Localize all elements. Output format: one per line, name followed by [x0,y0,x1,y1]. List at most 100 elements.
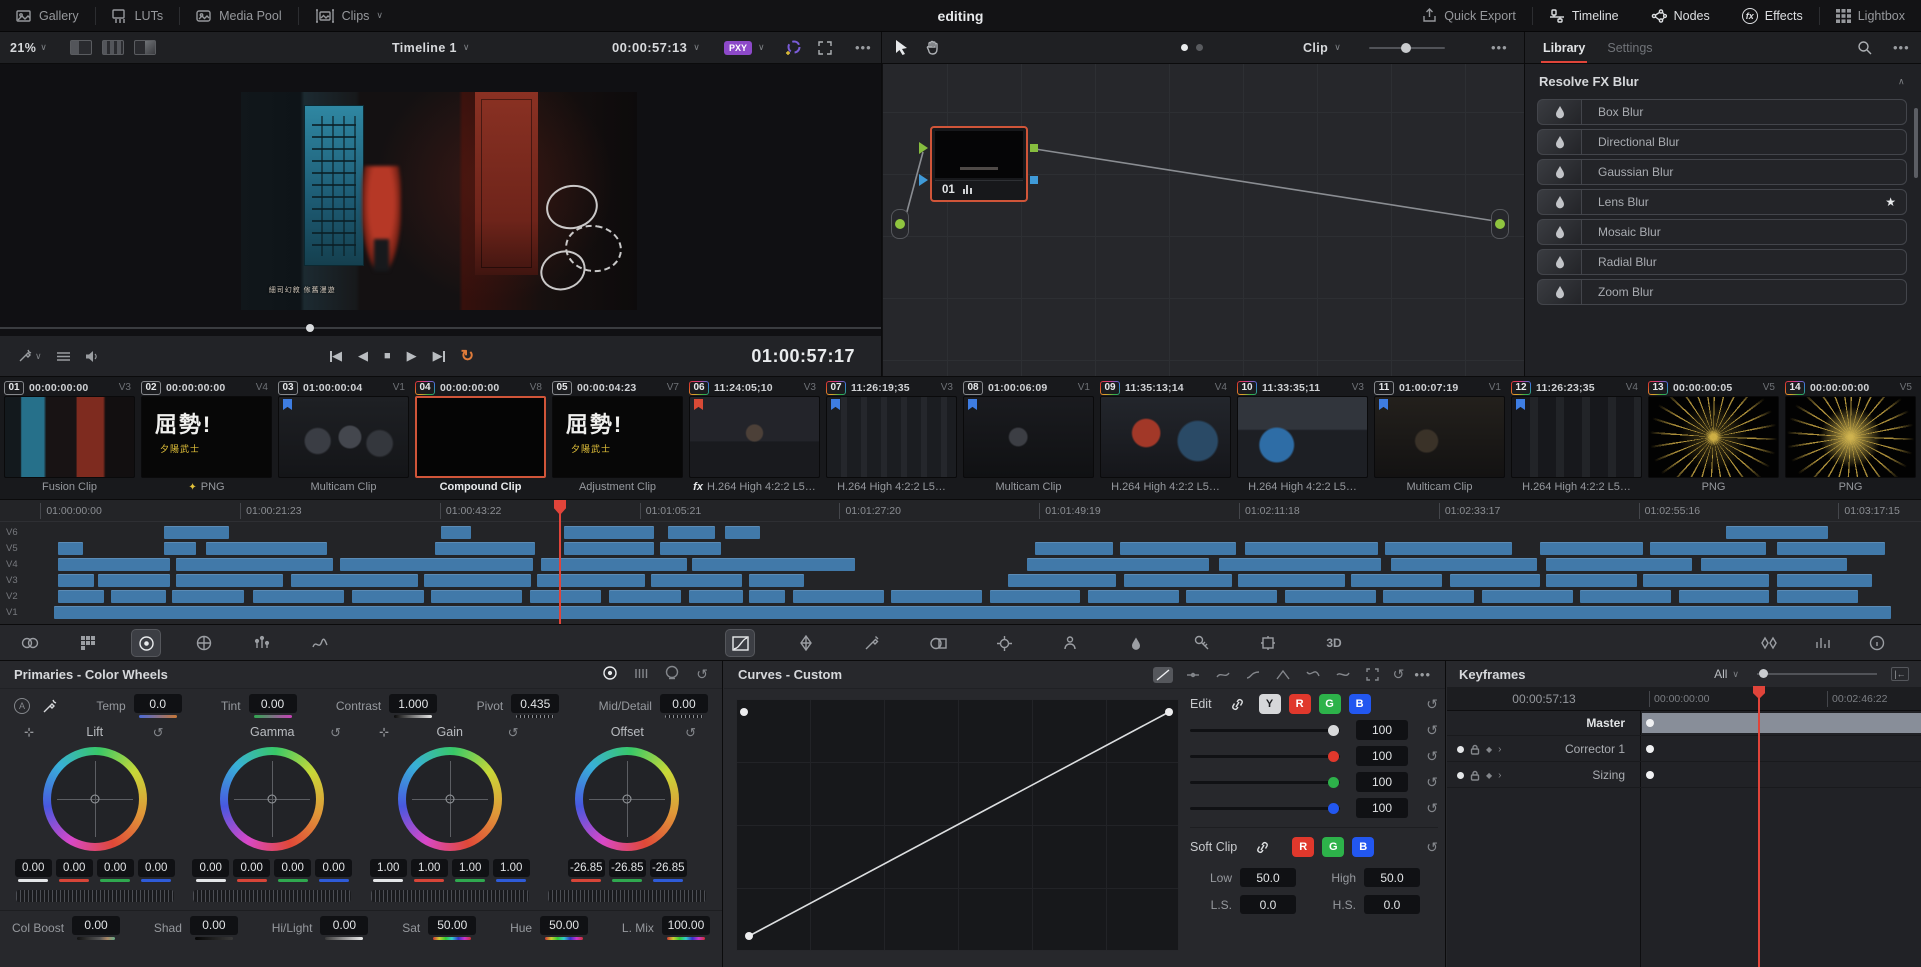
clip-thumbnail[interactable] [4,396,135,478]
adjust-value[interactable]: 0.00 [190,916,238,935]
soft-clip-channel-button[interactable]: B [1352,837,1374,857]
node-view-dot-2[interactable] [1196,44,1203,51]
timeline-clip-segment[interactable] [990,590,1081,603]
sat-vs-sat-icon[interactable] [1303,667,1323,683]
lightbox-button[interactable]: Lightbox [1820,0,1921,31]
sat-vs-lum-icon[interactable] [1333,667,1353,683]
clip-thumbnail[interactable] [1374,396,1505,478]
channel-slider[interactable] [1190,807,1340,810]
keyframe-row[interactable]: ◆ › Sizing [1447,763,1921,788]
timeline-clip-segment[interactable] [58,590,103,603]
control-value[interactable]: 1.000 [389,694,437,713]
power-window-icon[interactable] [924,630,952,656]
primaries-wheels-mode-icon[interactable] [602,665,618,684]
color-wheels-icon[interactable] [132,630,160,656]
wheel-value[interactable]: 0.00 [97,859,134,882]
fx-options-icon[interactable]: ••• [1893,40,1910,55]
wheel-value[interactable]: 1.00 [452,859,489,882]
soft-clip-field-value[interactable]: 50.0 [1364,868,1420,887]
loop-button[interactable]: ↻ [461,346,474,366]
unmix-icon[interactable] [56,350,71,363]
timeline-clip-segment[interactable] [530,590,602,603]
slider-reset-icon[interactable]: ↺ [1426,774,1438,791]
timeline-clip-segment[interactable] [206,542,327,555]
control-value[interactable]: 0.435 [511,694,559,713]
tab-settings[interactable]: Settings [1603,32,1656,63]
keyframes-panel-icon[interactable] [1755,630,1783,656]
timeline-clip-segment[interactable] [54,606,1890,619]
clips-button[interactable]: Clips ∨ [299,0,399,31]
stereo-3d-icon[interactable]: 3D [1320,630,1348,656]
master-wheel[interactable] [548,890,706,902]
timeline-clip-segment[interactable] [891,590,982,603]
primaries-log-mode-icon[interactable] [664,665,680,684]
curves-expand-icon[interactable] [1363,667,1383,683]
adjust-value[interactable]: 50.00 [428,916,476,935]
clip-thumbnail[interactable] [1237,396,1368,478]
slider-knob[interactable] [1328,803,1339,814]
timeline-clip-segment[interactable] [1219,558,1382,571]
wheel-value[interactable]: -26.85 [609,859,646,882]
keyframe-dot[interactable] [1646,719,1654,727]
clip-card[interactable]: 04 00:00:00:00 V8 ✦ fx Compound Clip [415,379,546,499]
timeline-clip-segment[interactable] [435,542,535,555]
hand-tool-icon[interactable] [925,40,940,55]
wheel-value[interactable]: 1.00 [370,859,407,882]
keyframe-dot[interactable] [1646,745,1654,753]
prev-frame-button[interactable]: ◀ [358,348,368,364]
node-options-icon[interactable]: ••• [1491,40,1508,55]
timeline-clip-segment[interactable] [1027,558,1209,571]
hue-vs-sat-icon[interactable] [1213,667,1233,683]
slider-reset-icon[interactable]: ↺ [1426,748,1438,765]
audio-mute-icon[interactable] [85,350,100,363]
node-mode-select[interactable]: Clip ∨ [1303,32,1341,63]
wheel-value[interactable]: 0.00 [233,859,270,882]
hue-vs-lum-icon[interactable] [1243,667,1263,683]
clip-thumbnail[interactable] [1648,396,1779,478]
timeline-clip-segment[interactable] [1701,558,1847,571]
fx-scrollbar[interactable] [1914,108,1918,178]
color-wheel[interactable] [43,747,147,851]
wheel-value[interactable]: 0.00 [192,859,229,882]
timeline-clip-segment[interactable] [1650,542,1765,555]
adjust-value[interactable]: 0.00 [72,916,120,935]
motion-effects-icon[interactable] [306,630,334,656]
adjust-value[interactable]: 50.00 [540,916,588,935]
timeline-clip-segment[interactable] [1777,574,1872,587]
timeline-select[interactable]: Timeline 1 ∨ [392,32,470,63]
timeline-clip-segment[interactable] [164,526,228,539]
color-warper-icon[interactable] [792,630,820,656]
wheel-value[interactable]: 0.00 [315,859,352,882]
slider-value[interactable]: 100 [1356,772,1408,792]
keyframe-track[interactable] [1642,739,1921,759]
slider-reset-icon[interactable]: ↺ [1426,722,1438,739]
effects-button[interactable]: fx Effects [1726,0,1819,31]
timeline-clip-segment[interactable] [291,574,418,587]
keyframes-playhead[interactable] [1758,687,1760,967]
color-wheel[interactable] [398,747,502,851]
custom-curve-icon[interactable] [1153,667,1173,683]
soft-clip-field-value[interactable]: 50.0 [1240,868,1296,887]
curves-reset-icon[interactable]: ↺ [1393,666,1405,683]
expand-chevron-icon[interactable]: › [1498,770,1501,781]
timeline-clip-segment[interactable] [537,574,645,587]
fx-list-item[interactable]: Box Blur ★ [1537,99,1907,125]
keyframe-track[interactable] [1642,713,1921,733]
master-wheel[interactable] [16,890,174,902]
timeline-clip-segment[interactable] [749,590,785,603]
timeline-clip-segment[interactable] [1008,574,1116,587]
gallery-button[interactable]: Gallery [0,0,95,31]
curves-palette-icon[interactable] [726,630,754,656]
media-pool-button[interactable]: Media Pool [180,0,298,31]
node-key-input-port[interactable] [919,174,928,186]
node-zoom-slider[interactable] [1369,47,1445,49]
primaries-reset-icon[interactable]: ↺ [696,666,708,683]
channel-button[interactable]: Y [1259,694,1281,714]
keyframe-row[interactable]: ◆ › Master [1447,711,1921,736]
timeline-clip-segment[interactable] [441,526,471,539]
viewer-options-icon[interactable]: ••• [855,40,872,55]
slider-knob[interactable] [1328,777,1339,788]
enable-dot-icon[interactable] [1457,772,1464,779]
timeline-clip-segment[interactable] [1088,590,1179,603]
clip-card[interactable]: 08 01:00:06:09 V1 ✦ fx Multicam Clip [963,379,1094,499]
